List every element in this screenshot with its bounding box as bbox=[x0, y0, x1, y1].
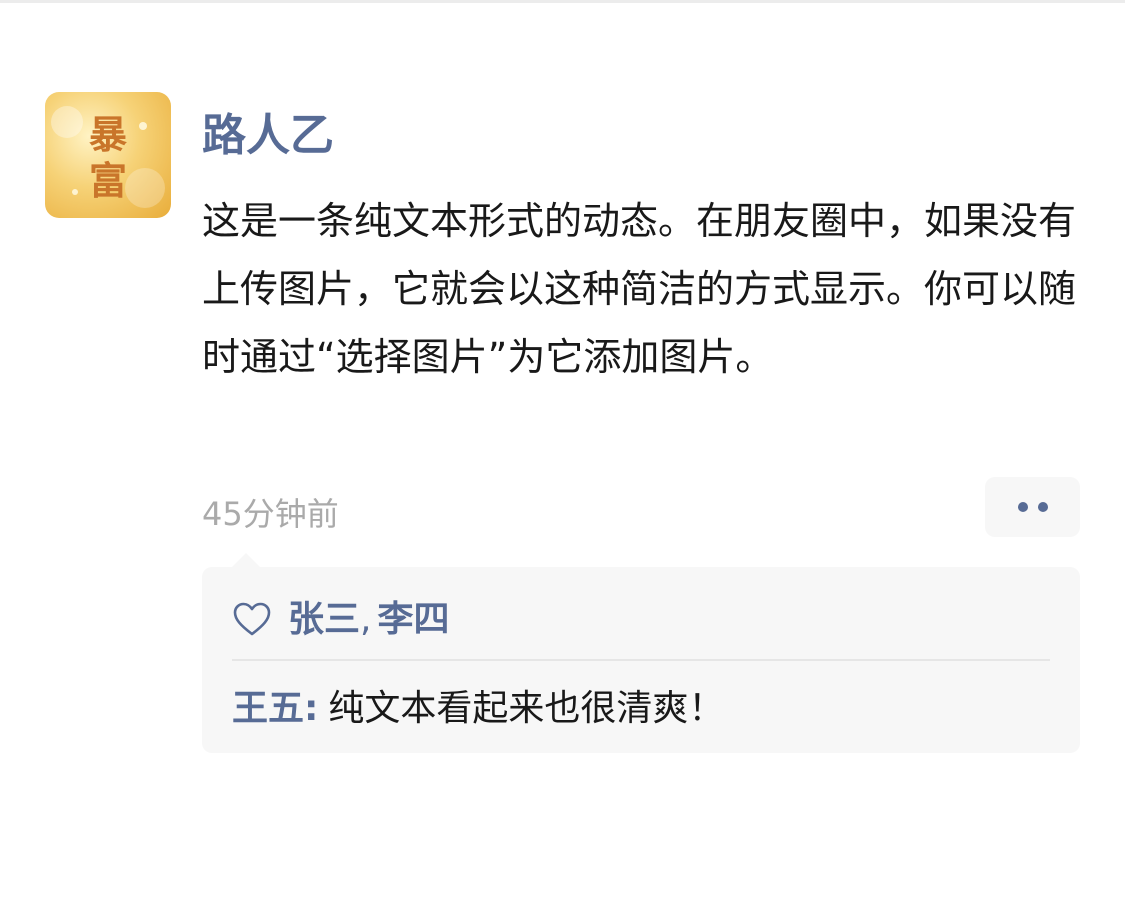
liker-separator: , bbox=[360, 599, 372, 640]
liker-name[interactable]: 张三 bbox=[288, 595, 360, 645]
likes-divider bbox=[232, 659, 1050, 661]
heart-icon bbox=[233, 602, 271, 636]
top-divider bbox=[0, 0, 1125, 3]
comment-text: 纯文本看起来也很清爽！ bbox=[328, 688, 725, 729]
more-dot-icon bbox=[1037, 502, 1048, 512]
post-time: 45分钟前 bbox=[202, 495, 339, 533]
more-dot-icon bbox=[1017, 502, 1028, 512]
post-text: 这是一条纯文本形式的动态。在朋友圈中，如果没有上传图片，它就会以这种简洁的方式显… bbox=[202, 199, 1077, 379]
liker-name[interactable]: 李四 bbox=[377, 595, 449, 645]
author-name[interactable]: 路人乙 bbox=[202, 106, 334, 166]
interaction-panel: 张三 , 李四 王五: 纯文本看起来也很清爽！ bbox=[202, 553, 1080, 753]
avatar-image: 暴 富 bbox=[45, 92, 171, 218]
more-button[interactable] bbox=[985, 477, 1080, 537]
avatar-char-2: 富 bbox=[89, 158, 127, 203]
panel-arrow bbox=[232, 553, 260, 567]
avatar-char-1: 暴 bbox=[89, 112, 127, 157]
likes-row: 张三 , 李四 bbox=[232, 595, 449, 645]
comment-item[interactable]: 王五: 纯文本看起来也很清爽！ bbox=[232, 681, 724, 737]
avatar[interactable]: 暴 富 bbox=[45, 92, 171, 218]
comment-author[interactable]: 王五: bbox=[232, 688, 318, 729]
